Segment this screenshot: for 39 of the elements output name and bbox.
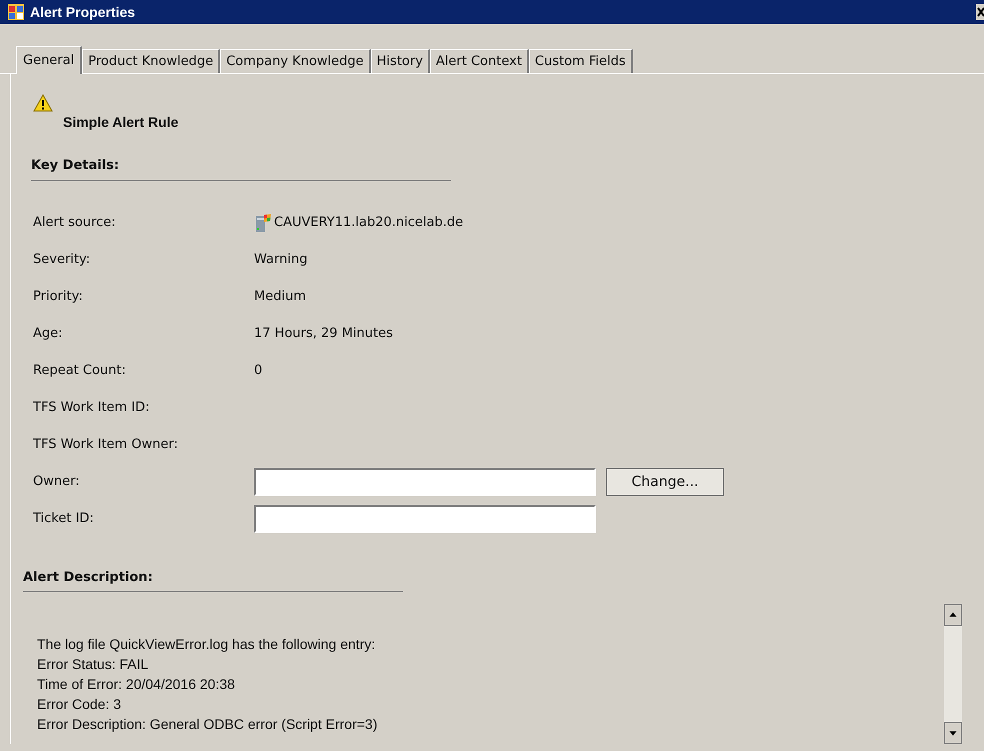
- tab[interactable]: General: [16, 46, 82, 74]
- app-icon: [8, 4, 24, 20]
- section-heading: Alert Description:: [23, 568, 403, 592]
- field-label: TFS Work Item Owner:: [33, 436, 179, 454]
- change-button[interactable]: Change...: [606, 468, 724, 496]
- description-line: Error Status: FAIL: [37, 655, 150, 674]
- section-heading: Key Details:: [31, 156, 451, 180]
- server-icon: [254, 213, 272, 233]
- alert-name: Simple Alert Rule: [63, 113, 178, 132]
- field-value: 0: [254, 362, 262, 380]
- window-title: Alert Properties: [30, 2, 136, 22]
- description-line: Time of Error: 20/04/2016 20:38: [37, 675, 236, 694]
- tab[interactable]: Product Knowledge: [82, 49, 220, 73]
- field-value: Warning: [254, 251, 308, 270]
- warning-icon: [33, 94, 53, 112]
- tab[interactable]: History: [370, 49, 430, 73]
- field-label: TFS Work Item ID:: [33, 399, 151, 418]
- tab[interactable]: Custom Fields: [528, 49, 633, 73]
- description-line: Error Code: 3: [37, 695, 122, 714]
- text-field[interactable]: [254, 505, 596, 533]
- field-value: Medium: [254, 288, 306, 306]
- field-value: CAUVERY11.lab20.nicelab.de: [274, 214, 464, 232]
- scrollbar[interactable]: [944, 604, 962, 744]
- field-label: Alert source:: [33, 214, 117, 232]
- description-line: The log file QuickViewError.log has the following entry:: [37, 635, 376, 654]
- scroll-up-icon[interactable]: [944, 604, 962, 626]
- scroll-down-icon[interactable]: [944, 722, 962, 744]
- field-value: 17 Hours, 29 Minutes: [254, 325, 393, 344]
- field-label: Ticket ID:: [33, 510, 95, 528]
- text-field[interactable]: [254, 468, 596, 496]
- field-label: Priority:: [33, 288, 84, 306]
- description-line: Error Description: General ODBC error (Script Error=3): [37, 715, 378, 734]
- field-label: Repeat Count:: [33, 362, 127, 380]
- tab[interactable]: Company Knowledge: [220, 49, 371, 73]
- field-label: Severity:: [33, 251, 92, 270]
- field-label: Age:: [33, 325, 64, 344]
- close-icon[interactable]: [976, 4, 984, 20]
- field-label: Owner:: [33, 473, 81, 492]
- tab[interactable]: Alert Context: [430, 49, 529, 73]
